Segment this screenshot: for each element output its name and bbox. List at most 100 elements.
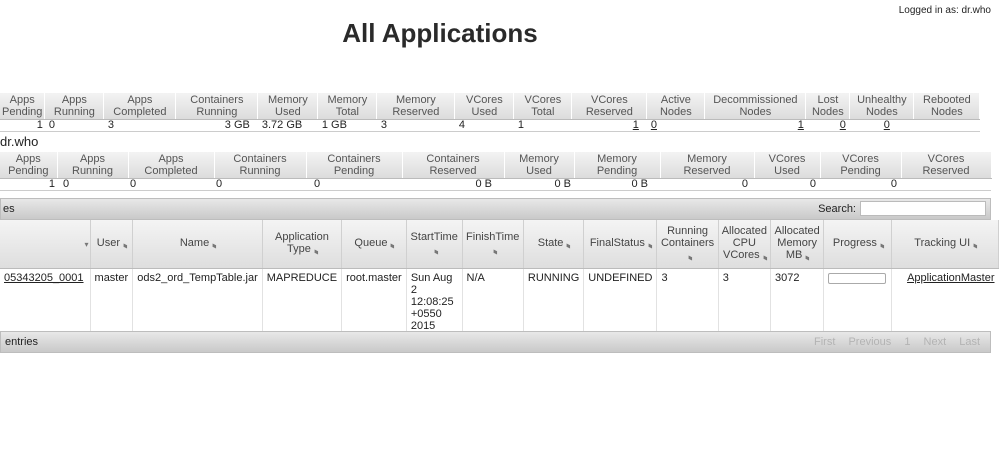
column-header-finalstatus[interactable]: FinalStatus ▴▾	[583, 220, 658, 269]
header-label: FinalStatus	[589, 237, 645, 249]
sort-icon: ▴▾	[878, 243, 886, 247]
pager-page-1[interactable]: 1	[904, 336, 910, 348]
user-metrics-header: Apps Pending Apps Running Apps Completed Conta…	[0, 152, 992, 179]
header-label: Used	[526, 165, 552, 177]
cluster-metrics-header: Apps Pending Apps Running Apps Completed Conta…	[0, 93, 981, 120]
column-header-finishtime[interactable]: FinishTime ▴▾	[462, 220, 524, 269]
header-label: Running	[196, 106, 238, 118]
metric-apps-submitted: 1	[0, 119, 45, 132]
app-final-status: UNDEFINED	[583, 268, 658, 335]
unhealthy-nodes-link[interactable]: 0	[840, 120, 846, 131]
header-label: Application	[275, 231, 329, 243]
header-label: Memory	[597, 153, 637, 165]
header-label: Reserved	[429, 165, 477, 177]
user-header-vcores-reserved: VCores Reserved	[901, 152, 992, 179]
pager-next[interactable]: Next	[924, 336, 947, 348]
column-header-user[interactable]: User ▴▾	[90, 220, 134, 269]
user-apps-submitted: 1	[0, 178, 57, 191]
sort-icon: ▴▾	[564, 243, 572, 247]
sort-icon: ▴▾	[803, 255, 811, 259]
header-label: Pending	[8, 165, 49, 177]
header-label: Containers	[426, 153, 480, 165]
lost-nodes-link[interactable]: 1	[798, 120, 804, 131]
header-label: Apps	[15, 153, 41, 165]
column-header-allocated-cpu-vcores[interactable]: Allocated CPU VCores ▴▾	[718, 220, 771, 269]
sort-icon: ▴▾	[646, 243, 654, 247]
column-header-running-containers[interactable]: Running Containers ▴▾	[656, 220, 719, 269]
app-id-link[interactable]: 05343205_0001	[4, 272, 84, 284]
pager-previous[interactable]: Previous	[848, 336, 891, 348]
header-label: Name	[179, 237, 210, 249]
table-info: entries	[5, 336, 39, 348]
app-tracking-ui: ApplicationMaster	[892, 269, 999, 336]
header-label: Completed	[144, 165, 198, 177]
sort-icon: ▾	[84, 239, 89, 249]
search-input[interactable]	[860, 201, 986, 216]
header-label: VCores	[927, 153, 965, 165]
sort-icon: ▴▾	[686, 255, 694, 259]
cluster-metrics-row: 1 0 3 3 GB 3.72 GB 1 GB 3 4 1 1 0 1 0 0	[0, 119, 980, 132]
header-label: Unhealthy	[857, 94, 907, 106]
column-header-queue[interactable]: Queue ▴▾	[341, 220, 407, 269]
column-header-col-0[interactable]: ▾	[0, 220, 91, 269]
header-label: Apps	[9, 94, 35, 106]
pager-first[interactable]: First	[814, 336, 835, 348]
header-label: Completed	[113, 106, 167, 118]
header-label: Containers	[660, 237, 715, 249]
app-memory-mb: 3072	[770, 268, 825, 335]
app-name: ods2_ord_TempTable.jar	[132, 268, 263, 335]
metric-containers-running: 3 GB	[175, 119, 258, 132]
header-label: VCores	[524, 94, 562, 106]
app-start-time: Sun Aug 2 12:08:25 +0550 2015	[406, 268, 463, 335]
user-metrics-row: 1 0 0 0 0 0 B 0 B 0 B 0 0 0	[0, 178, 991, 191]
header-label: Active	[660, 94, 691, 106]
tracking-ui-link[interactable]: ApplicationMaster	[907, 272, 994, 284]
column-header-name[interactable]: Name ▴▾	[132, 220, 263, 269]
header-label: Running	[72, 165, 113, 177]
header-label: Reserved	[392, 106, 440, 118]
header-label: Reserved	[922, 165, 970, 177]
column-header-application-type[interactable]: Application Type ▴▾	[262, 220, 343, 269]
user-memory-reserved: 0	[754, 178, 820, 191]
sort-icon: ▴▾	[388, 243, 396, 247]
header-label: Used	[275, 106, 301, 118]
header-label: VCores	[842, 153, 879, 165]
sort-icon: ▴▾	[432, 249, 440, 253]
header-label: Containers	[190, 94, 244, 106]
user-apps-pending: 0	[57, 178, 128, 191]
pagination: First Previous 1 Next Last	[804, 336, 980, 348]
user-header-memory-pending: Memory Pending	[574, 152, 661, 179]
metric-decommissioned-nodes: 1	[704, 119, 806, 132]
header-label: Memory	[777, 237, 818, 249]
cluster-header-unhealthy-nodes: Unhealthy Nodes	[849, 93, 915, 120]
metric-memory-total: 1 GB	[317, 119, 377, 132]
user-header-containers-pending: Containers Pending	[306, 152, 403, 179]
column-header-starttime[interactable]: StartTime ▴▾	[406, 220, 463, 269]
table-toolbar-bottom: entries First Previous 1 Next Last	[0, 331, 991, 353]
column-header-tracking-ui[interactable]: Tracking UI ▴▾	[891, 220, 999, 269]
header-label: Allocated	[721, 225, 767, 237]
user-header-apps-completed: Apps Completed	[128, 152, 215, 179]
pager-last[interactable]: Last	[959, 336, 980, 348]
header-label: VCores	[768, 153, 806, 165]
user-header-apps-running: Apps Running	[57, 152, 129, 179]
table-toolbar-top: es Search:	[0, 198, 991, 220]
user-header-memory-used: Memory Used	[504, 152, 575, 179]
rebooted-nodes-link[interactable]: 0	[884, 120, 890, 131]
header-label: CPU	[732, 237, 756, 249]
active-nodes-link[interactable]: 1	[633, 120, 639, 131]
column-header-allocated-memory-mb[interactable]: Allocated Memory MB ▴▾	[770, 220, 825, 269]
column-header-state[interactable]: State ▴▾	[523, 220, 585, 269]
header-label: Queue	[354, 237, 388, 249]
cluster-header-decommissioned-nodes: Decommissioned Nodes	[704, 93, 807, 120]
header-label: Nodes	[739, 106, 772, 118]
header-label: Running	[667, 225, 709, 237]
column-header-progress[interactable]: Progress ▴▾	[823, 220, 893, 269]
sort-icon: ▴▾	[121, 243, 129, 247]
decommissioned-nodes-link[interactable]: 0	[651, 120, 657, 131]
user-header-containers-running: Containers Running	[214, 152, 307, 179]
length-menu-label: es	[3, 203, 15, 215]
sort-icon: ▴▾	[210, 243, 218, 247]
user-vcores-used: 0	[820, 178, 901, 191]
progress-bar	[828, 273, 887, 284]
